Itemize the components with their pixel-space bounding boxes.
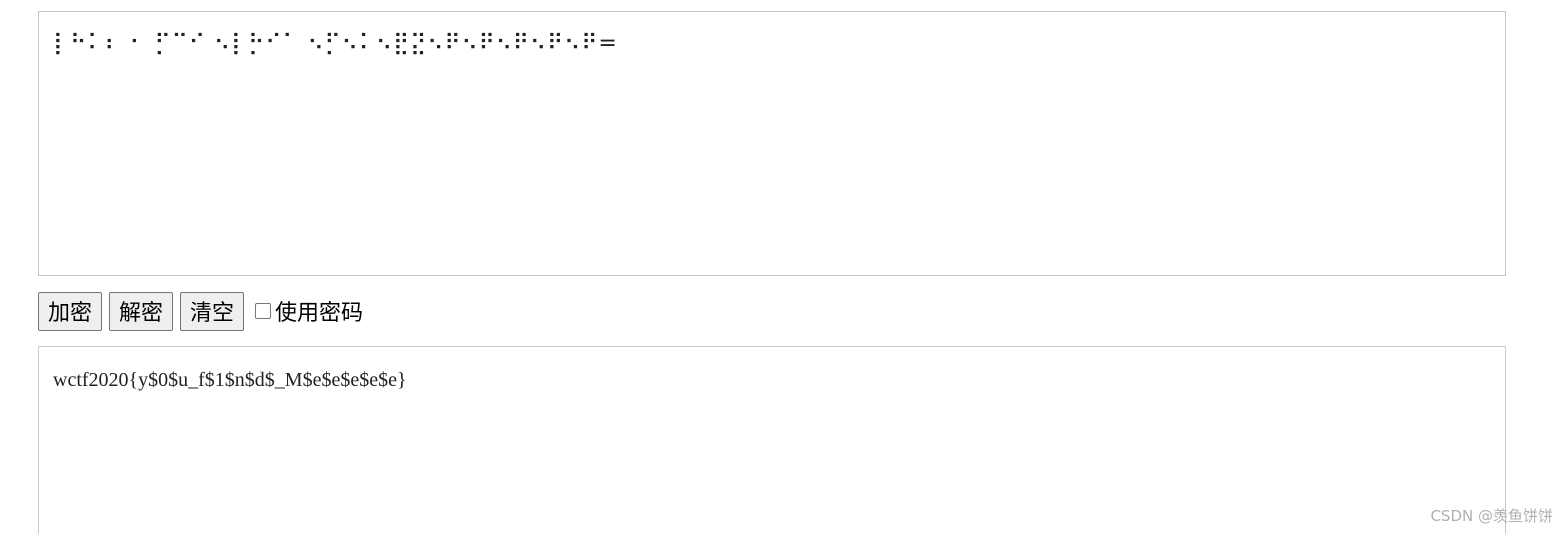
plaintext-output-textarea[interactable]: wctf2020{y$0$u_f$1$n$d$_M$e$e$e$e$e} <box>38 346 1506 534</box>
csdn-watermark: CSDN @羡鱼饼饼 <box>1430 507 1553 525</box>
use-password-checkbox[interactable] <box>255 303 272 319</box>
use-password-label: 使用密码 <box>275 301 364 326</box>
use-password-option[interactable]: 使用密码 <box>255 295 363 327</box>
clear-button[interactable]: 清空 <box>180 291 245 331</box>
encrypt-button[interactable]: 加密 <box>38 291 103 331</box>
decrypt-button[interactable]: 解密 <box>109 291 174 331</box>
cipher-input-textarea[interactable]: ⡇⠓⠅⠆ ⠂ ⡋⠉⠊ ⠢⡇⡓⠊⠁ ⠢⡋⠢⠅⠢⣟⣝⠢⠟⠢⠟⠢⠟⠢⠟⠢⠟= <box>38 11 1506 276</box>
action-toolbar: 加密 解密 清空 使用密码 <box>38 291 363 331</box>
